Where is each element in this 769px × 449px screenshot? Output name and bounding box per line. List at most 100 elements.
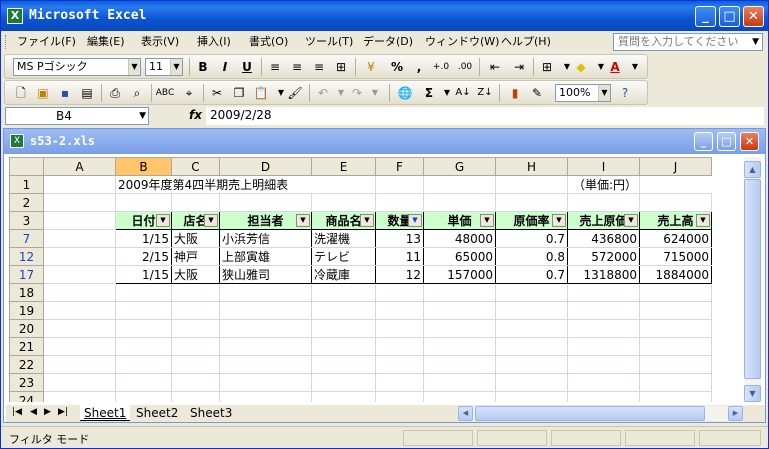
- cell-cost-of-sales[interactable]: 1318800: [567, 265, 640, 284]
- filter-dropdown-icon[interactable]: ▼: [360, 214, 374, 227]
- row-header[interactable]: 1: [9, 175, 44, 194]
- cell[interactable]: [115, 337, 172, 356]
- menu-edit[interactable]: 編集(E): [87, 34, 125, 50]
- row-header[interactable]: 22: [9, 355, 44, 374]
- chevron-down-icon[interactable]: ▼: [625, 58, 645, 76]
- cell[interactable]: [375, 283, 424, 302]
- cell[interactable]: [567, 355, 640, 374]
- menu-help[interactable]: ヘルプ(H): [501, 34, 551, 50]
- column-header[interactable]: H: [495, 157, 568, 176]
- cell-unit-price[interactable]: 48000: [423, 229, 496, 248]
- row-header[interactable]: 24: [9, 391, 44, 402]
- cell[interactable]: [311, 193, 376, 212]
- header-cell-cost-rate[interactable]: 原価率 ▼: [495, 211, 568, 230]
- menu-file[interactable]: ファイル(F): [17, 34, 76, 50]
- chevron-down-icon[interactable]: ▼: [170, 59, 182, 75]
- last-sheet-icon[interactable]: ▶|: [58, 407, 68, 417]
- column-header[interactable]: D: [219, 157, 312, 176]
- scroll-up-icon[interactable]: ▲: [744, 161, 761, 178]
- scroll-right-icon[interactable]: ▶: [728, 406, 743, 421]
- zoom-select[interactable]: 100% ▼: [555, 84, 611, 102]
- cell-store[interactable]: 神戸: [171, 247, 220, 266]
- filter-dropdown-icon[interactable]: ▼: [696, 214, 710, 227]
- cell[interactable]: [115, 373, 172, 392]
- row-header[interactable]: 19: [9, 301, 44, 320]
- cell[interactable]: [43, 211, 116, 230]
- chevron-down-icon[interactable]: ▼: [752, 34, 759, 50]
- print-icon[interactable]: ⎙: [105, 84, 125, 102]
- workbook-restore-button[interactable]: □: [717, 132, 736, 151]
- cell-quantity[interactable]: 11: [375, 247, 424, 266]
- help-icon[interactable]: ?: [615, 84, 635, 102]
- cell[interactable]: [171, 283, 220, 302]
- cell[interactable]: [495, 301, 568, 320]
- cell-product[interactable]: 洗濯機: [311, 229, 376, 248]
- cell[interactable]: [43, 391, 116, 402]
- cell[interactable]: [311, 355, 376, 374]
- row-header[interactable]: 21: [9, 337, 44, 356]
- cell[interactable]: [219, 391, 312, 402]
- cell-date[interactable]: 2/15: [115, 247, 172, 266]
- cell[interactable]: [423, 391, 496, 402]
- cell[interactable]: [43, 265, 116, 284]
- research-icon[interactable]: ⌖: [179, 84, 199, 102]
- sort-ascending-icon[interactable]: A↓: [453, 84, 473, 102]
- cell[interactable]: [495, 283, 568, 302]
- header-cell-sales[interactable]: 売上高 ▼: [639, 211, 712, 230]
- menu-data[interactable]: データ(D): [363, 34, 413, 50]
- cell[interactable]: [43, 301, 116, 320]
- cell-date[interactable]: 1/15: [115, 265, 172, 284]
- align-left-icon[interactable]: ≡: [265, 58, 285, 76]
- cell[interactable]: [115, 283, 172, 302]
- cell[interactable]: [311, 391, 376, 402]
- cell[interactable]: [115, 301, 172, 320]
- align-center-icon[interactable]: ≡: [287, 58, 307, 76]
- currency-icon[interactable]: ¥: [361, 58, 381, 76]
- cut-icon[interactable]: ✂: [207, 84, 227, 102]
- format-painter-icon[interactable]: 🖌: [285, 84, 305, 102]
- cell[interactable]: [311, 373, 376, 392]
- cell[interactable]: [423, 283, 496, 302]
- cell[interactable]: [375, 373, 424, 392]
- cell[interactable]: [495, 373, 568, 392]
- cell[interactable]: [375, 337, 424, 356]
- horizontal-scroll-thumb[interactable]: [475, 406, 705, 421]
- cell[interactable]: [423, 319, 496, 338]
- cell[interactable]: [311, 301, 376, 320]
- row-header[interactable]: 2: [9, 193, 44, 212]
- cell[interactable]: [219, 283, 312, 302]
- menu-insert[interactable]: 挿入(I): [197, 34, 231, 50]
- cell[interactable]: [567, 337, 640, 356]
- cell[interactable]: [171, 301, 220, 320]
- header-cell-unit-price[interactable]: 単価 ▼: [423, 211, 496, 230]
- cell-cost-of-sales[interactable]: 572000: [567, 247, 640, 266]
- header-cell-product[interactable]: 商品名 ▼: [311, 211, 376, 230]
- row-header[interactable]: 17: [9, 265, 44, 284]
- drawing-icon[interactable]: ✎: [527, 84, 547, 102]
- row-header[interactable]: 18: [9, 283, 44, 302]
- open-folder-icon[interactable]: ▣: [33, 84, 53, 102]
- cell[interactable]: [639, 301, 712, 320]
- sort-descending-icon[interactable]: Z↓: [475, 84, 495, 102]
- fill-color-icon[interactable]: ◆: [571, 58, 591, 76]
- filter-dropdown-icon[interactable]: ▼: [204, 214, 218, 227]
- cell[interactable]: [567, 301, 640, 320]
- sheet-tab-sheet2[interactable]: Sheet2: [132, 405, 182, 421]
- name-box[interactable]: B4 ▼: [5, 107, 149, 125]
- column-header[interactable]: F: [375, 157, 424, 176]
- filter-active-icon[interactable]: ▼: [408, 214, 422, 227]
- cell-store[interactable]: 大阪: [171, 229, 220, 248]
- cell-staff[interactable]: 上部寅雄: [219, 247, 312, 266]
- cell[interactable]: [495, 355, 568, 374]
- permission-icon[interactable]: ▤: [77, 84, 97, 102]
- workbook-close-button[interactable]: ✕: [740, 132, 759, 151]
- menu-tools[interactable]: ツール(T): [305, 34, 353, 50]
- underline-button[interactable]: U: [237, 58, 257, 76]
- cell-sales[interactable]: 715000: [639, 247, 712, 266]
- menu-window[interactable]: ウィンドウ(W): [425, 34, 499, 50]
- cell[interactable]: [567, 283, 640, 302]
- cell[interactable]: [43, 319, 116, 338]
- worksheet-grid[interactable]: A B C D E F G H I J 1 2009年度第4四半期売上明細表 （…: [9, 157, 744, 402]
- menu-format[interactable]: 書式(O): [249, 34, 288, 50]
- function-icon[interactable]: fx: [189, 108, 202, 122]
